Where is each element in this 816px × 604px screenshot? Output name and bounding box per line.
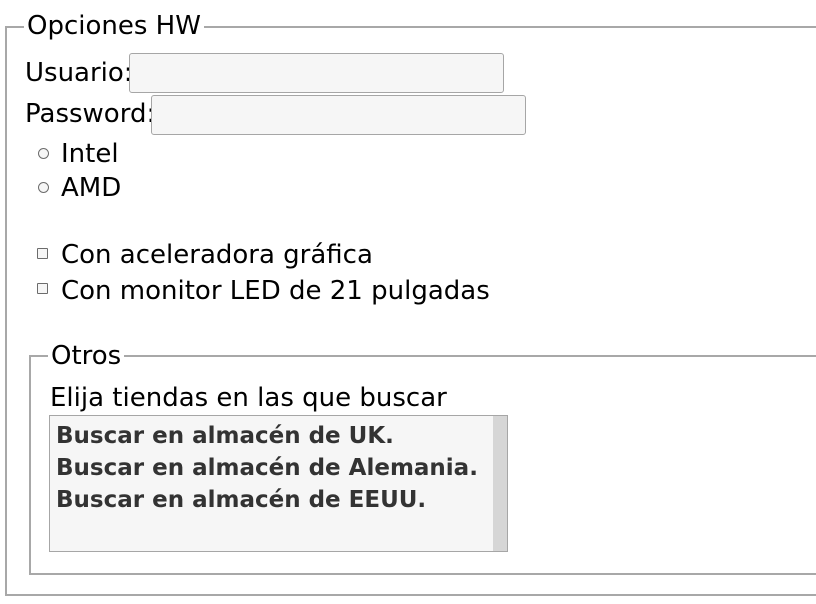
list-option-uk[interactable]: Buscar en almacén de UK. — [56, 420, 394, 452]
led-monitor-checkbox[interactable] — [37, 283, 48, 294]
list-option-alemania[interactable]: Buscar en almacén de Alemania. — [56, 452, 478, 484]
intel-radio[interactable] — [38, 148, 49, 159]
hw-options-legend: Opciones HW — [24, 10, 204, 42]
led-monitor-label: Con monitor LED de 21 pulgadas — [61, 276, 490, 306]
graphics-accelerator-label: Con aceleradora gráfica — [61, 240, 373, 270]
intel-radio-label: Intel — [61, 139, 119, 169]
otros-legend: Otros — [48, 340, 125, 372]
list-option-eeuu[interactable]: Buscar en almacén de EEUU. — [56, 484, 426, 516]
graphics-accelerator-checkbox[interactable] — [37, 248, 48, 259]
amd-radio[interactable] — [38, 182, 49, 193]
password-label: Password: — [25, 99, 156, 129]
store-listbox[interactable]: Buscar en almacén de UK. Buscar en almac… — [49, 415, 508, 552]
amd-radio-label: AMD — [61, 173, 122, 203]
listbox-scrollbar[interactable] — [493, 416, 507, 551]
password-input[interactable] — [151, 95, 526, 135]
usuario-input[interactable] — [129, 53, 504, 93]
usuario-label: Usuario: — [25, 58, 133, 88]
store-prompt-label: Elija tiendas en las que buscar — [50, 383, 447, 413]
